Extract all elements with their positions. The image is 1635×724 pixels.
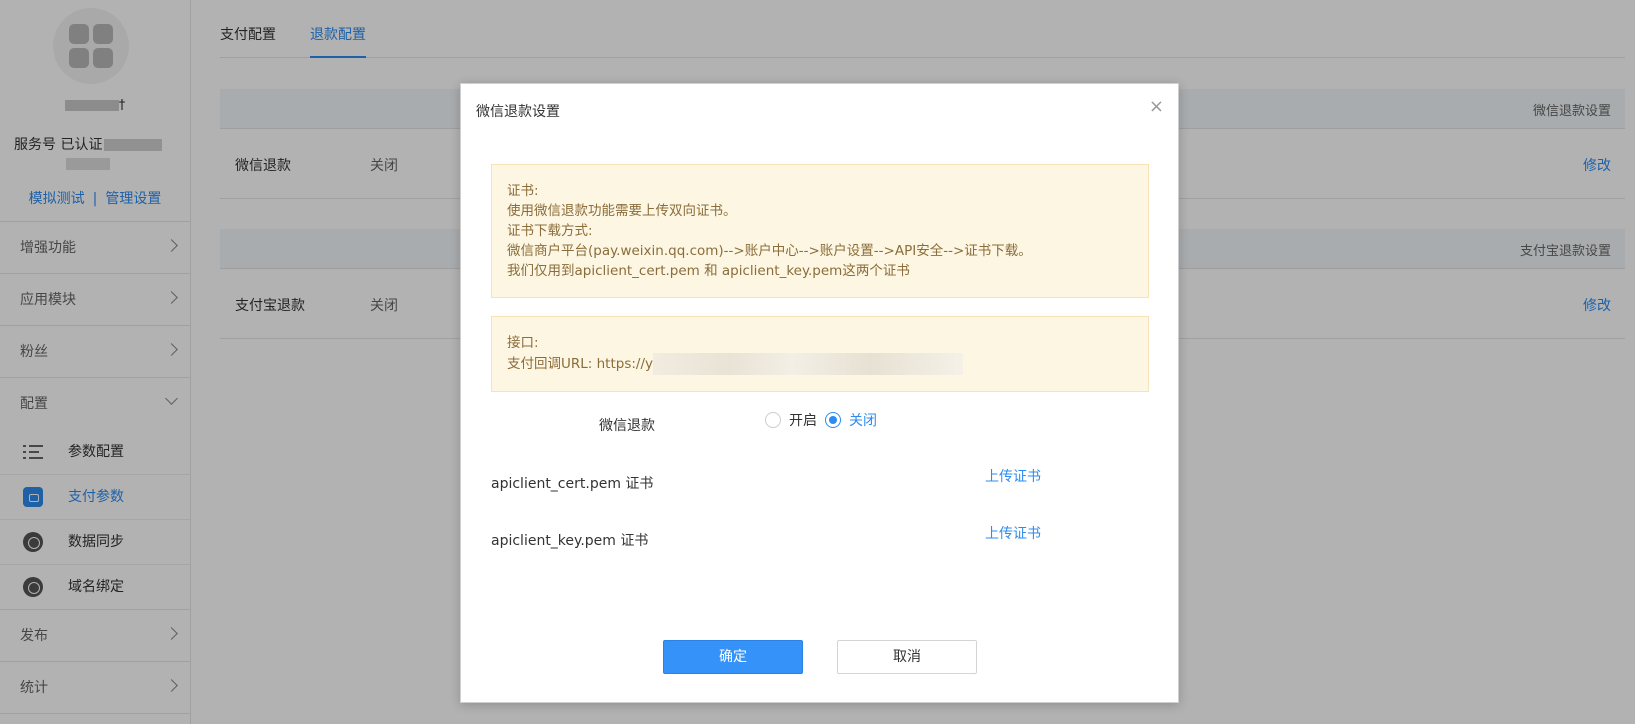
- upload-cert-button[interactable]: 上传证书: [985, 466, 1041, 486]
- callback-url-redacted: [653, 353, 964, 375]
- notice-line: 接口:: [507, 335, 539, 351]
- callback-url-line: 支付回调URL: https://y: [507, 353, 1133, 375]
- api-notice: 接口: 支付回调URL: https://y: [491, 316, 1149, 392]
- wechat-refund-settings-dialog: 微信退款设置 × 证书: 使用微信退款功能需要上传双向证书。 证书下载方式: 微…: [460, 83, 1179, 703]
- refund-toggle-label: 微信退款: [599, 418, 655, 434]
- confirm-button[interactable]: 确定: [663, 640, 803, 674]
- cancel-button[interactable]: 取消: [837, 640, 977, 674]
- notice-line: 我们仅用到apiclient_cert.pem 和 apiclient_key.…: [507, 263, 910, 279]
- upload-key-button[interactable]: 上传证书: [985, 523, 1041, 543]
- radio-enable[interactable]: [765, 412, 781, 428]
- notice-line: 微信商户平台(pay.weixin.qq.com)-->账户中心-->账户设置-…: [507, 243, 1032, 259]
- cert-file-label: apiclient_cert.pem 证书: [491, 476, 654, 492]
- notice-line: 证书下载方式:: [507, 223, 593, 239]
- key-file-label: apiclient_key.pem 证书: [491, 533, 649, 549]
- certificate-notice: 证书: 使用微信退款功能需要上传双向证书。 证书下载方式: 微信商户平台(pay…: [491, 164, 1149, 298]
- radio-disable[interactable]: [825, 412, 841, 428]
- close-icon[interactable]: ×: [1149, 98, 1164, 116]
- dialog-title: 微信退款设置: [476, 104, 560, 120]
- radio-disable-label[interactable]: 关闭: [849, 410, 877, 430]
- radio-enable-label[interactable]: 开启: [789, 410, 817, 430]
- callback-url-prefix: 支付回调URL: https://y: [507, 356, 654, 372]
- notice-line: 使用微信退款功能需要上传双向证书。: [507, 203, 737, 219]
- notice-line: 证书:: [507, 183, 539, 199]
